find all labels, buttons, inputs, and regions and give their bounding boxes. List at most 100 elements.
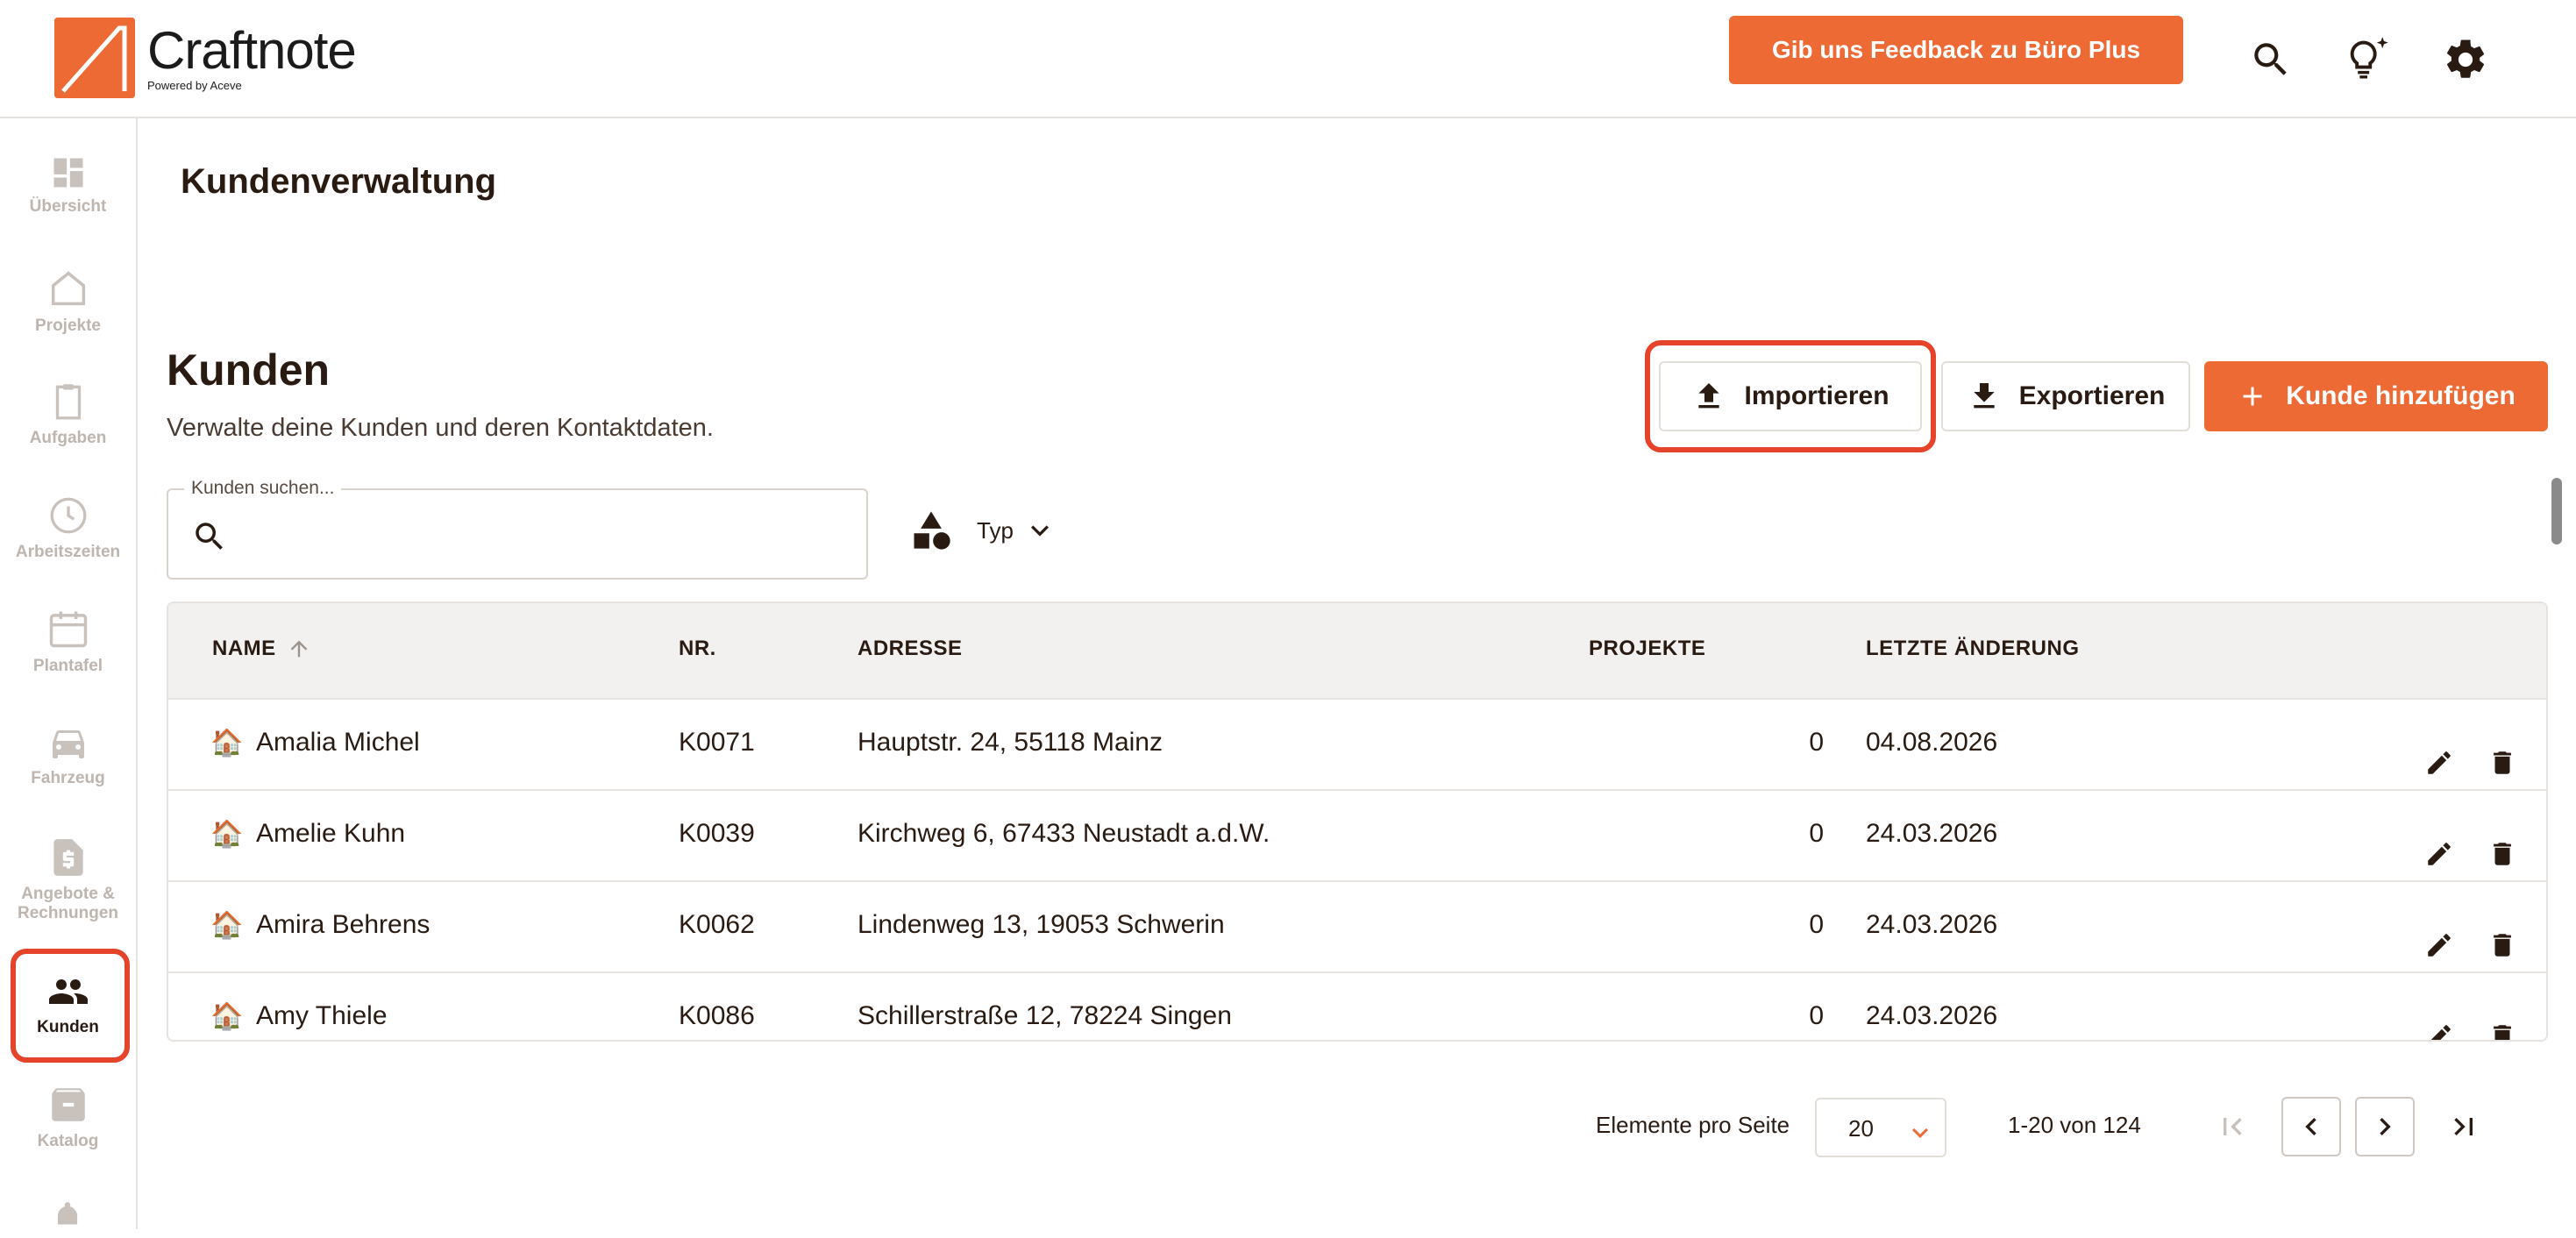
column-nr[interactable]: NR. [679,637,716,661]
sidebar-item-katalog[interactable]: Katalog [0,1083,136,1151]
add-customer-label: Kunde hinzufügen [2286,381,2516,410]
feedback-button[interactable]: Gib uns Feedback zu Büro Plus [1729,16,2183,84]
edit-icon[interactable] [2422,928,2457,963]
sidebar-item-plantafel[interactable]: Plantafel [0,606,136,676]
logo-mark-icon [54,18,135,98]
archive-icon [51,1088,85,1121]
customer-number: K0071 [679,728,755,757]
sidebar-item-label: Aufgaben [29,429,107,447]
edit-icon[interactable] [2422,745,2457,780]
house-emoji-icon: 🏠 [210,1002,244,1031]
invoice-icon [53,839,83,876]
column-projects[interactable]: PROJEKTE [1589,637,1705,661]
customer-address: Schillerstraße 12, 78224 Singen [857,1001,1232,1030]
customer-last-change: 24.03.2026 [1866,910,1998,939]
edit-icon[interactable] [2422,1019,2457,1040]
per-page-label: Elemente pro Seite [1596,1112,1790,1138]
customer-projects: 0 [1809,728,1824,757]
scrollbar-thumb[interactable] [2551,478,2562,544]
sidebar-item-arbeitszeiten[interactable]: Arbeitszeiten [0,494,136,562]
car-icon [52,730,84,758]
first-page-icon [2224,1118,2242,1135]
customer-name: Amira Behrens [256,910,431,939]
upload-icon [1698,383,1720,409]
sidebar-item-aufgaben[interactable]: Aufgaben [0,380,136,448]
sidebar-item-label: Angebote & Rechnungen [17,885,119,922]
search-icon [196,523,223,550]
last-page-icon [2454,1118,2473,1135]
customer-name: Amelie Kuhn [256,819,406,848]
delete-icon[interactable] [2485,745,2520,780]
delete-icon[interactable] [2485,836,2520,872]
customer-name: Amalia Michel [256,728,420,757]
table-header: NAME NR. ADRESSE PROJEKTE LETZTE ÄNDERUN… [168,603,2546,700]
shapes-icon [914,511,950,550]
customer-address: Kirchweg 6, 67433 Neustadt a.d.W. [857,819,1270,848]
customer-projects: 0 [1809,819,1824,848]
type-filter-label: Typ [977,516,1014,544]
customer-number: K0062 [679,910,755,939]
table-row[interactable]: 🏠 Amelie Kuhn K0039 Kirchweg 6, 67433 Ne… [168,791,2546,882]
craftnote-logo[interactable]: Craftnote Powered by Aceve [54,18,357,98]
customer-address: Lindenweg 13, 19053 Schwerin [857,910,1225,939]
download-icon [1973,383,1995,409]
customer-number: K0039 [679,819,755,848]
customer-projects: 0 [1809,1001,1824,1030]
clock-icon [50,497,86,534]
chevron-down-icon [1912,1128,1928,1138]
chevron-down-icon [1030,525,1049,537]
delete-icon[interactable] [2485,1019,2520,1040]
customer-name: Amy Thiele [256,1001,388,1030]
sidebar-item-label: Fahrzeug [31,769,105,787]
sidebar-item-label: Arbeitszeiten [15,543,121,561]
house-emoji-icon: 🏠 [210,729,244,758]
search-label: Kunden suchen... [184,478,342,499]
edit-icon[interactable] [2422,836,2457,872]
next-page-button[interactable] [2355,1097,2415,1156]
customer-last-change: 04.08.2026 [1866,728,1998,757]
customer-address: Hauptstr. 24, 55118 Mainz [857,728,1163,757]
sidebar-item-projekte[interactable]: Projekte [0,266,136,336]
chevron-right-icon [2380,1118,2391,1135]
more-nav-icon[interactable] [51,1199,84,1238]
house-emoji-icon: 🏠 [210,820,244,849]
page-title: Kundenverwaltung [181,162,497,201]
lightbulb-icon[interactable] [2343,35,2392,84]
search-icon[interactable] [2246,35,2295,84]
add-customer-button[interactable]: Kunde hinzufügen [2204,361,2548,431]
first-page-button[interactable] [2202,1097,2262,1156]
sidebar-item-uebersicht[interactable]: Übersicht [0,153,136,217]
type-filter[interactable]: Typ [908,509,1057,552]
customer-projects: 0 [1809,910,1824,939]
app-name: Craftnote [147,20,357,80]
table-row[interactable]: 🏠 Amalia Michel K0071 Hauptstr. 24, 5511… [168,700,2546,791]
column-name[interactable]: NAME [212,637,311,661]
top-bar: Craftnote Powered by Aceve Gib uns Feedb… [0,0,2576,118]
sidebar-item-angebote-rechnungen[interactable]: Angebote & Rechnungen [0,836,136,923]
per-page-select[interactable]: 20 [1815,1098,1946,1157]
gear-icon[interactable] [2441,35,2490,84]
delete-icon[interactable] [2485,928,2520,963]
previous-page-button[interactable] [2281,1097,2341,1156]
customer-search-field[interactable]: Kunden suchen... [167,478,868,580]
sidebar-item-label: Katalog [37,1132,99,1150]
import-label: Importieren [1744,381,1889,410]
sidebar-item-label: Projekte [35,317,101,335]
export-label: Exportieren [2018,381,2166,410]
table-row[interactable]: 🏠 Amira Behrens K0062 Lindenweg 13, 1905… [168,882,2546,973]
import-button[interactable]: Importieren [1659,361,1922,431]
clipboard-icon [55,384,81,420]
plus-icon [2243,387,2262,406]
app-tagline: Powered by Aceve [147,78,242,92]
table-row[interactable]: 🏠 Amy Thiele K0086 Schillerstraße 12, 78… [168,973,2546,1040]
sidebar-item-fahrzeug[interactable]: Fahrzeug [0,722,136,788]
search-input[interactable] [244,513,849,557]
customer-last-change: 24.03.2026 [1866,1001,1998,1030]
last-page-button[interactable] [2434,1097,2494,1156]
column-last-change[interactable]: LETZTE ÄNDERUNG [1866,637,2080,661]
sort-arrow-up-icon [290,640,308,658]
export-button[interactable]: Exportieren [1941,361,2190,431]
house-emoji-icon: 🏠 [210,911,244,940]
column-address[interactable]: ADRESSE [857,637,963,661]
customer-number: K0086 [679,1001,755,1030]
